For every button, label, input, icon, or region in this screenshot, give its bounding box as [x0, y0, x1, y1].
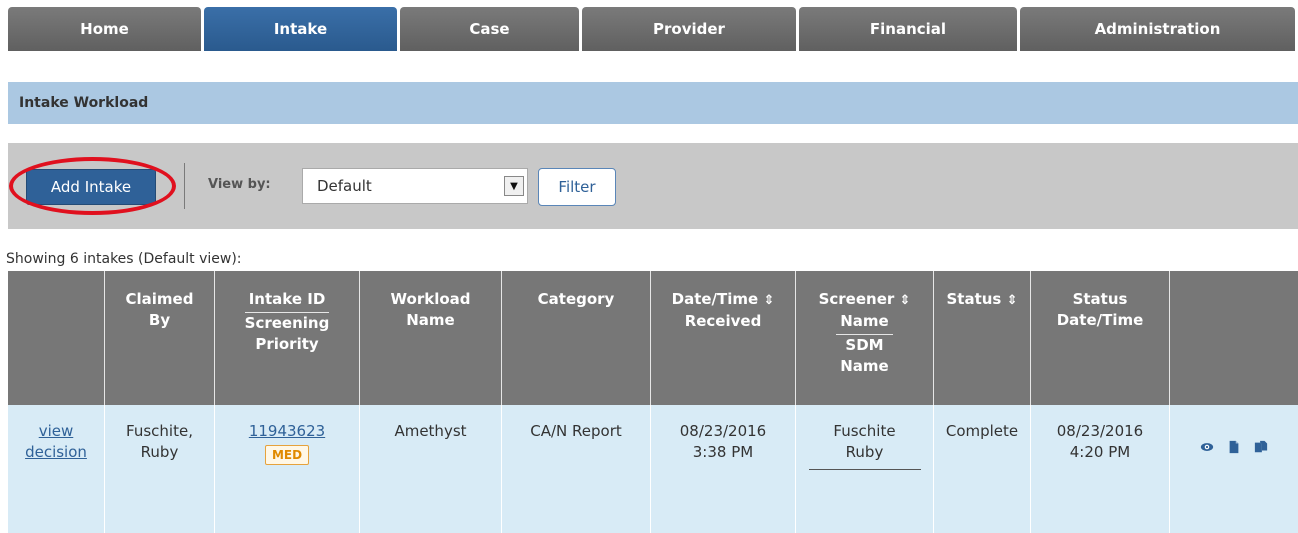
col-status-dt-l1: Status	[1072, 290, 1128, 308]
cell-workload: Amethyst	[360, 405, 502, 533]
sort-icon[interactable]: ⇕	[900, 293, 911, 308]
col-intake-id-label: Intake ID	[244, 289, 330, 313]
col-status-datetime: Status Date/Time	[1031, 271, 1170, 405]
col-screener-l1: Screener	[818, 290, 895, 308]
col-screener-name[interactable]: Screener ⇕ Name SDM Name	[796, 271, 934, 405]
screener-l2: Ruby	[845, 443, 884, 461]
col-screening-priority-l1: Screening	[244, 314, 330, 332]
col-sdm-l1: SDM	[845, 336, 884, 354]
cell-status: Complete	[934, 405, 1031, 533]
col-date-received[interactable]: Date/Time ⇕ Received	[651, 271, 796, 405]
cell-received: 08/23/2016 3:38 PM	[651, 405, 796, 533]
col-status-label: Status	[946, 290, 1002, 308]
col-screening-priority-l2: Priority	[255, 335, 319, 353]
sort-icon[interactable]: ⇕	[1007, 293, 1018, 308]
results-count: Showing 6 intakes (Default view):	[6, 251, 242, 267]
col-status[interactable]: Status ⇕	[934, 271, 1031, 405]
status-date: 08/23/2016	[1056, 422, 1144, 440]
received-time: 3:38 PM	[692, 443, 754, 461]
cell-intake-id: 11943623 MED	[215, 405, 360, 533]
cell-status-datetime: 08/23/2016 4:20 PM	[1031, 405, 1170, 533]
tab-case[interactable]: Case	[400, 7, 579, 51]
filter-button[interactable]: Filter	[538, 168, 616, 206]
col-category-label: Category	[537, 290, 615, 308]
document-icon[interactable]	[1227, 439, 1241, 455]
col-intake-id[interactable]: Intake ID Screening Priority	[215, 271, 360, 405]
eye-icon[interactable]	[1200, 439, 1214, 455]
col-claimed-by-l2: By	[148, 311, 171, 329]
cell-screener: Fuschite Ruby	[796, 405, 934, 533]
tab-home[interactable]: Home	[8, 7, 201, 51]
tab-administration[interactable]: Administration	[1020, 7, 1295, 51]
col-claimed-by: Claimed By	[105, 271, 215, 405]
table-row: view decision Fuschite, Ruby 11943623 ME…	[8, 405, 1298, 533]
sort-icon[interactable]: ⇕	[763, 293, 774, 308]
view-decision-l2: decision	[25, 443, 87, 461]
col-claimed-by-l1: Claimed	[125, 290, 194, 308]
section-title: Intake Workload	[8, 82, 1298, 124]
col-date-l2: Received	[684, 312, 762, 330]
view-by-select-value: Default	[317, 177, 372, 195]
col-status-dt-l2: Date/Time	[1056, 311, 1144, 329]
col-sdm-l2: Name	[840, 357, 889, 375]
status-time: 4:20 PM	[1069, 443, 1131, 461]
view-by-select[interactable]: Default ▼	[302, 168, 528, 204]
cell-row-actions	[1170, 405, 1298, 533]
intake-id-link[interactable]: 11943623	[249, 422, 325, 440]
tab-financial[interactable]: Financial	[799, 7, 1017, 51]
view-by-label: View by:	[208, 177, 271, 192]
toolbar: Add Intake View by: Default ▼ Filter	[8, 143, 1298, 229]
add-intake-button[interactable]: Add Intake	[26, 169, 156, 205]
col-category: Category	[502, 271, 651, 405]
tab-provider[interactable]: Provider	[582, 7, 796, 51]
copy-documents-icon[interactable]	[1254, 439, 1268, 455]
tab-intake[interactable]: Intake	[204, 7, 397, 51]
view-decision-link[interactable]: view decision	[25, 422, 87, 461]
table-header: Claimed By Intake ID Screening Priority …	[8, 271, 1298, 405]
intake-table: Claimed By Intake ID Screening Priority …	[8, 271, 1298, 533]
col-row-actions	[1170, 271, 1298, 405]
claimed-l1: Fuschite,	[126, 422, 193, 440]
priority-badge: MED	[264, 445, 310, 465]
cell-action: view decision	[8, 405, 105, 533]
col-actions	[8, 271, 105, 405]
view-decision-l1: view	[38, 422, 74, 440]
claimed-l2: Ruby	[140, 443, 179, 461]
screener-l1: Fuschite	[833, 422, 896, 440]
received-date: 08/23/2016	[679, 422, 767, 440]
col-workload-l2: Name	[406, 311, 455, 329]
screener-divider	[808, 469, 921, 470]
col-screener-l2: Name	[836, 311, 893, 335]
cell-category: CA/N Report	[502, 405, 651, 533]
cell-claimed-by: Fuschite, Ruby	[105, 405, 215, 533]
col-workload-l1: Workload	[390, 290, 471, 308]
main-nav: Home Intake Case Provider Financial Admi…	[8, 7, 1298, 51]
chevron-down-icon[interactable]: ▼	[504, 176, 524, 196]
col-workload-name: Workload Name	[360, 271, 502, 405]
col-date-l1: Date/Time	[671, 290, 759, 308]
toolbar-divider	[184, 163, 185, 209]
